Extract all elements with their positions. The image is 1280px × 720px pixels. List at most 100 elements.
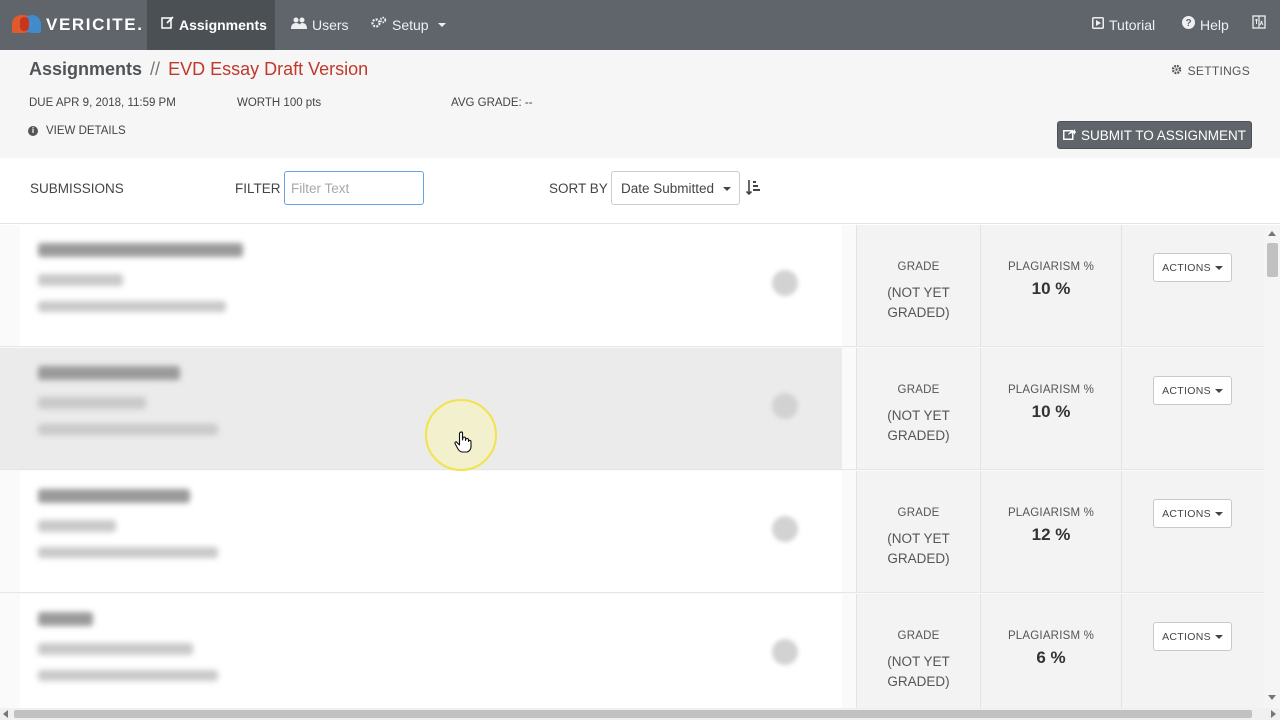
nav-tutorial-label: Tutorial: [1109, 17, 1156, 33]
help-icon: ?: [1182, 2, 1195, 48]
actions-button[interactable]: ACTIONS: [1153, 622, 1232, 651]
actions-button[interactable]: ACTIONS: [1153, 253, 1232, 282]
scroll-up-arrow-icon[interactable]: [1268, 231, 1276, 236]
actions-button-label: ACTIONS: [1162, 261, 1211, 274]
chevron-down-icon: [437, 23, 446, 27]
grade-value: (NOT YET GRADED): [857, 283, 980, 323]
submission-row[interactable]: GRADE (NOT YET GRADED) PLAGIARISM % 10 %…: [0, 225, 1264, 347]
grade-cell: GRADE (NOT YET GRADED): [856, 348, 980, 469]
chevron-down-icon: [1214, 634, 1223, 639]
nav-setup-label: Setup: [392, 17, 429, 33]
grade-value: (NOT YET GRADED): [857, 529, 980, 569]
chevron-down-icon: [1214, 265, 1223, 270]
nav-help[interactable]: ? Help: [1168, 0, 1243, 50]
nav-users[interactable]: Users: [277, 0, 363, 50]
nav-tutorial[interactable]: Tutorial: [1078, 0, 1169, 50]
submission-status-icon: [772, 639, 798, 665]
submit-button-label: SUBMIT TO ASSIGNMENT: [1080, 127, 1247, 143]
plagiarism-label: PLAGIARISM %: [1007, 384, 1095, 396]
actions-button[interactable]: ACTIONS: [1153, 376, 1232, 405]
sort-by-label: SORT BY: [549, 181, 608, 196]
actions-cell: ACTIONS: [1121, 471, 1264, 592]
plagiarism-value: 6 %: [1036, 648, 1066, 667]
share-icon: [1062, 128, 1076, 143]
play-icon: [1092, 2, 1104, 48]
grade-value-line1: (NOT YET: [887, 654, 950, 669]
nav-assignments-label: Assignments: [179, 17, 267, 33]
users-icon: [291, 2, 307, 48]
submission-row[interactable]: GRADE (NOT YET GRADED) PLAGIARISM % 10 %…: [0, 348, 1264, 470]
actions-cell: ACTIONS: [1121, 348, 1264, 469]
actions-button-label: ACTIONS: [1162, 630, 1211, 643]
vertical-scrollbar-thumb[interactable]: [1267, 243, 1278, 277]
submission-row[interactable]: GRADE (NOT YET GRADED) PLAGIARISM % 12 %…: [0, 471, 1264, 593]
breadcrumb: Assignments // EVD Essay Draft Version: [29, 59, 368, 80]
submissions-toolbar: SUBMISSIONS FILTER SORT BY Date Submitte…: [0, 158, 1280, 224]
plagiarism-cell: PLAGIARISM % 12 %: [980, 471, 1121, 592]
settings-link[interactable]: SETTINGS: [1171, 64, 1250, 78]
plagiarism-label: PLAGIARISM %: [1007, 630, 1095, 642]
submission-info-blurred[interactable]: [20, 225, 842, 346]
grade-value: (NOT YET GRADED): [857, 652, 980, 692]
submission-info-blurred[interactable]: [20, 471, 842, 592]
sort-by-select[interactable]: Date Submitted: [611, 171, 740, 205]
grade-label: GRADE: [897, 384, 940, 396]
due-date: DUE APR 9, 2018, 11:59 PM: [29, 97, 176, 109]
filter-input[interactable]: [284, 171, 424, 205]
assignment-title: EVD Essay Draft Version: [168, 59, 369, 79]
submission-info-blurred[interactable]: [20, 594, 842, 708]
nav-language[interactable]: [1242, 0, 1276, 50]
grade-value-line1: (NOT YET: [887, 285, 950, 300]
settings-label: SETTINGS: [1187, 64, 1250, 78]
plagiarism-value: 12 %: [1031, 525, 1071, 544]
vericite-logo[interactable]: VERICITE.: [12, 12, 144, 38]
breadcrumb-assignments-link[interactable]: Assignments: [29, 59, 142, 79]
vertical-scrollbar[interactable]: [1264, 225, 1280, 708]
nav-assignments[interactable]: Assignments: [147, 0, 275, 50]
submission-info-blurred[interactable]: [0, 348, 842, 469]
plagiarism-label: PLAGIARISM %: [1007, 507, 1095, 519]
actions-button-label: ACTIONS: [1162, 384, 1211, 397]
submit-to-assignment-button[interactable]: SUBMIT TO ASSIGNMENT: [1057, 121, 1252, 149]
submission-row[interactable]: GRADE (NOT YET GRADED) PLAGIARISM % 6 % …: [0, 594, 1264, 708]
gear-icon: [1171, 64, 1182, 78]
submission-status-icon: [772, 393, 798, 419]
sort-direction-icon[interactable]: [746, 179, 760, 195]
horizontal-scrollbar-thumb[interactable]: [14, 710, 1252, 718]
filter-label: FILTER: [235, 181, 281, 196]
plagiarism-label: PLAGIARISM %: [1007, 261, 1095, 273]
top-navbar: VERICITE. Assignments Users Setup Tutori…: [0, 0, 1280, 50]
grade-value-line1: (NOT YET: [887, 408, 950, 423]
info-icon: i: [28, 126, 38, 136]
chevron-down-icon: [1214, 388, 1223, 393]
svg-text:?: ?: [1185, 18, 1191, 29]
scroll-left-arrow-icon[interactable]: [3, 710, 8, 718]
worth-points: WORTH 100 pts: [237, 97, 322, 109]
view-details-link[interactable]: i VIEW DETAILS: [28, 125, 126, 137]
grade-cell: GRADE (NOT YET GRADED): [856, 225, 980, 346]
grade-value-line1: (NOT YET: [887, 531, 950, 546]
view-details-label: VIEW DETAILS: [46, 125, 126, 137]
sort-by-value: Date Submitted: [621, 180, 715, 196]
scroll-right-arrow-icon[interactable]: [1271, 710, 1276, 718]
plagiarism-value: 10 %: [1031, 402, 1071, 421]
submissions-list: GRADE (NOT YET GRADED) PLAGIARISM % 10 %…: [0, 225, 1264, 708]
actions-button[interactable]: ACTIONS: [1153, 499, 1232, 528]
scroll-down-arrow-icon[interactable]: [1268, 695, 1276, 700]
plagiarism-cell: PLAGIARISM % 6 %: [980, 594, 1121, 708]
submission-status-icon: [772, 270, 798, 296]
actions-button-label: ACTIONS: [1162, 507, 1211, 520]
grade-label: GRADE: [897, 261, 940, 273]
language-icon: [1252, 2, 1266, 48]
grade-value-line2: GRADED): [887, 674, 950, 689]
nav-setup-dropdown[interactable]: Setup: [357, 0, 460, 50]
horizontal-scrollbar[interactable]: [0, 708, 1280, 720]
grade-value-line2: GRADED): [887, 305, 950, 320]
logo-mark-icon: [12, 13, 42, 37]
avg-grade: AVG GRADE: --: [451, 97, 533, 109]
edit-icon: [161, 2, 174, 48]
actions-cell: ACTIONS: [1121, 225, 1264, 346]
plagiarism-cell: PLAGIARISM % 10 %: [980, 225, 1121, 346]
grade-value: (NOT YET GRADED): [857, 406, 980, 446]
plagiarism-cell: PLAGIARISM % 10 %: [980, 348, 1121, 469]
